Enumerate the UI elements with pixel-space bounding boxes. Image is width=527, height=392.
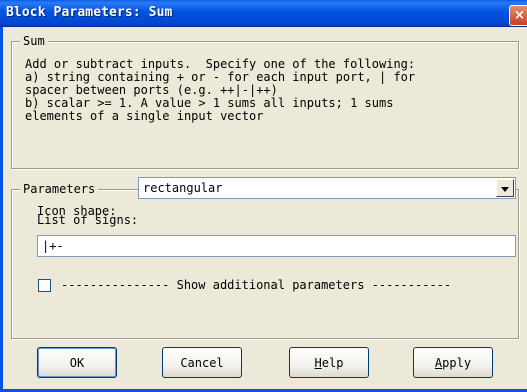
close-button[interactable]: × — [509, 5, 527, 26]
apply-label-rest: pply — [442, 355, 472, 370]
help-label-rest: elp — [321, 355, 344, 370]
show-additional-checkbox[interactable] — [38, 279, 51, 292]
cancel-button[interactable]: Cancel — [162, 347, 242, 378]
list-of-signs-input[interactable]: |+- — [37, 235, 516, 257]
title-bar[interactable]: Block Parameters: Sum — [0, 0, 527, 27]
description-group: Sum Add or subtract inputs. Specify one … — [11, 34, 519, 169]
parameters-legend: Parameters — [20, 182, 99, 197]
help-mnemonic: H — [314, 355, 322, 370]
show-additional-label: --------------- Show additional paramete… — [61, 278, 452, 292]
apply-button-label: Apply — [435, 356, 471, 370]
window-title: Block Parameters: Sum — [6, 5, 173, 20]
cancel-button-label: Cancel — [180, 355, 224, 370]
icon-shape-dropdown[interactable]: rectangular — [138, 177, 516, 199]
close-icon: × — [514, 8, 525, 23]
dialog-body: Sum Add or subtract inputs. Specify one … — [0, 27, 527, 392]
apply-button[interactable]: Apply — [413, 347, 493, 378]
description-legend: Sum — [20, 34, 48, 49]
ok-button-label: OK — [69, 355, 85, 370]
help-button-label: Help — [315, 356, 344, 370]
description-text: Add or subtract inputs. Specify one of t… — [25, 57, 416, 123]
icon-shape-value: rectangular — [143, 181, 223, 195]
chevron-down-icon[interactable] — [496, 179, 514, 197]
list-of-signs-value: |+- — [42, 239, 64, 253]
help-button[interactable]: Help — [289, 347, 369, 378]
list-of-signs-label: List of signs: — [37, 213, 139, 227]
ok-button[interactable]: OK — [37, 347, 117, 378]
